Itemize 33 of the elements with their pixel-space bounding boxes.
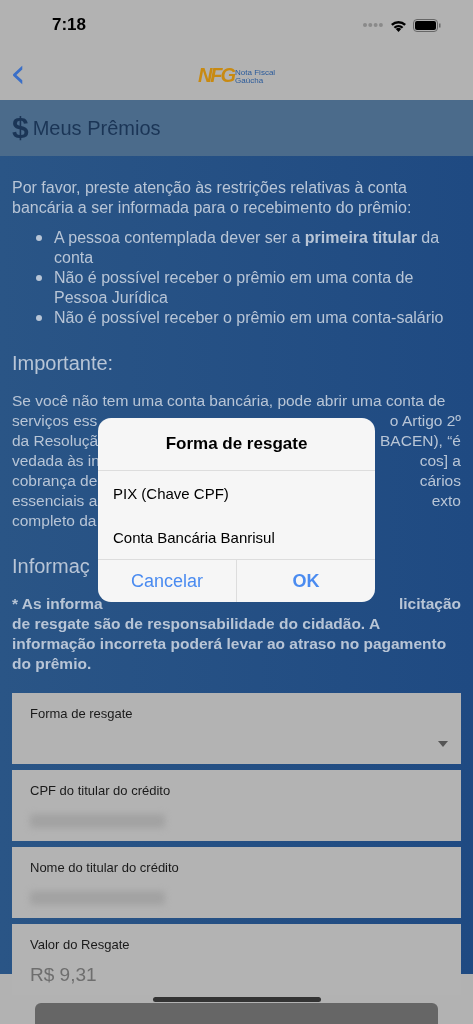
section-heading: Informaç <box>12 555 91 578</box>
notice-line: de resgate são de responsabilidade do cidadão. A <box>12 614 381 634</box>
notice-line: informação incorreta poderá levar ao atraso no pagamento <box>12 634 447 654</box>
option-item[interactable]: PIX (Chave CPF) <box>98 471 375 515</box>
status-time: 7:18 <box>52 15 87 35</box>
select-field[interactable]: Forma de resgate <box>12 693 461 764</box>
paragraph-line: exto <box>431 491 461 511</box>
notice-line: licitação <box>398 594 461 614</box>
bullet-text: Não é possível receber o prêmio em uma conta-salário <box>54 308 444 328</box>
paragraph-line: cos] a <box>419 451 461 471</box>
notice-line: do prêmio. <box>12 654 92 674</box>
input-field[interactable]: Nome do titular do crédito <box>12 847 461 918</box>
caret-icon <box>438 741 448 747</box>
dialog-title: Forma de resgate <box>98 418 375 471</box>
option-item[interactable]: Conta Bancária Banrisul <box>98 515 375 559</box>
bullet-text: Não é possível receber o prêmio em uma conta de Pessoa Jurídica <box>54 268 415 308</box>
wifi-icon <box>390 18 407 32</box>
paragraph-line: Se você não tem uma conta bancária, pode abrir uma conta de <box>12 391 446 411</box>
paragraph-line: o Artigo 2º <box>389 411 461 431</box>
paragraph-line: serviços ess <box>12 411 98 431</box>
paragraph-line: da Resoluçã <box>12 431 99 451</box>
input-field[interactable]: CPF do titular do crédito <box>12 770 461 841</box>
paragraph-line: BACEN), “é <box>380 431 461 451</box>
intro-text: Por favor, preste atenção às restrições relativas à conta bancária a ser informada para o recebimento do prêmio: <box>12 178 413 218</box>
paragraph-line: cobrança de <box>12 471 98 491</box>
paragraph-line: cários <box>419 471 461 491</box>
battery-icon <box>413 18 441 32</box>
bullet-text: A pessoa contemplada dever ser a primeira titular da conta <box>54 228 441 268</box>
dollar-icon: $ <box>12 111 29 145</box>
section-heading: Importante: <box>12 352 115 375</box>
signal-dots-icon <box>362 22 384 28</box>
paragraph-line: completo da <box>12 511 97 531</box>
paragraph-line: essenciais a <box>12 491 98 511</box>
